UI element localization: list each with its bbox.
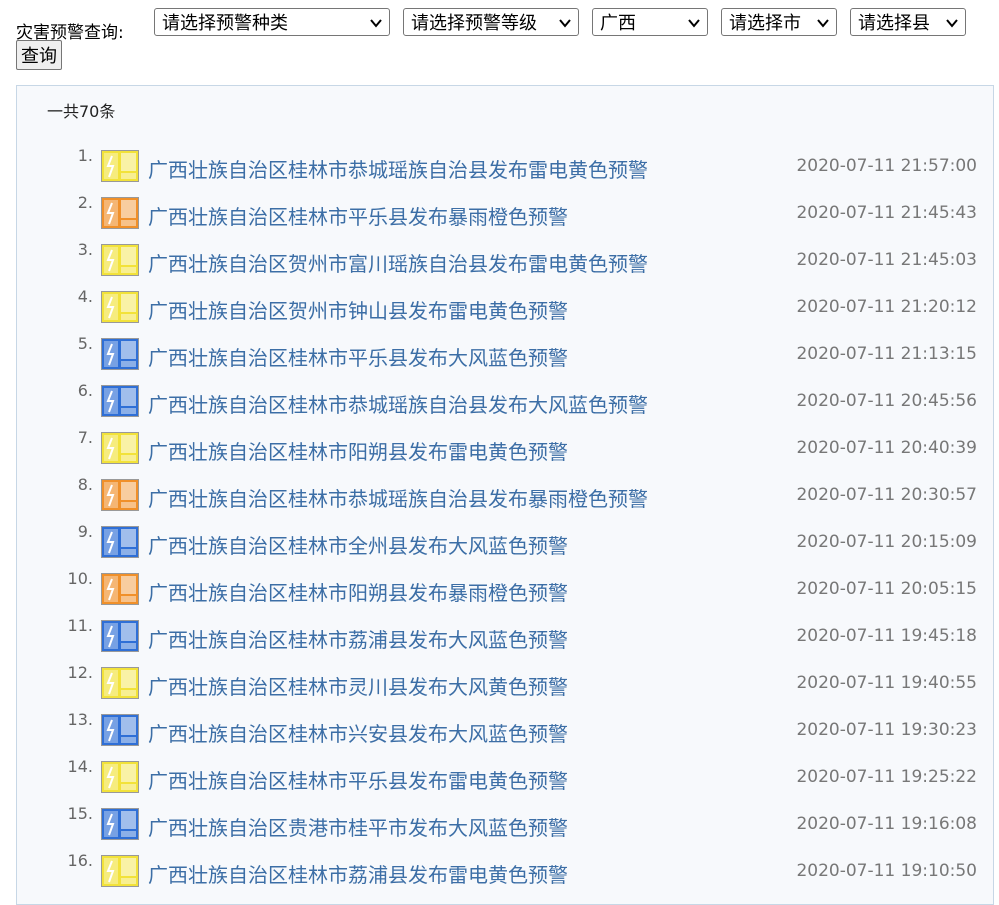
warning-link[interactable]: 广西壮族自治区贺州市富川瑶族自治县发布雷电黄色预警 (148, 248, 648, 277)
warning-link[interactable]: 广西壮族自治区桂林市灵川县发布大风黄色预警 (148, 671, 568, 700)
list-item[interactable]: 8. 广西壮族自治区桂林市恭城瑶族自治县发布暴雨橙色预警 2020-07-11 20… (17, 475, 993, 519)
warning-time: 2020-07-11 21:13:15 (796, 344, 977, 364)
rainstorm-orange-icon (101, 197, 139, 229)
item-number: 5. (77, 334, 93, 353)
item-number: 14. (67, 757, 93, 776)
chevron-down-icon (370, 19, 382, 28)
warning-time: 2020-07-11 20:40:39 (796, 438, 977, 458)
city-select-value: 请选择市 (729, 13, 801, 34)
county-select-value: 请选择县 (858, 13, 930, 34)
chevron-down-icon (946, 19, 958, 28)
item-number: 9. (77, 522, 93, 541)
list-item[interactable]: 3. 广西壮族自治区贺州市富川瑶族自治县发布雷电黄色预警 2020-07-11 21… (17, 240, 993, 284)
warning-time: 2020-07-11 21:57:00 (796, 156, 977, 176)
warning-link[interactable]: 广西壮族自治区贵港市桂平市发布大风蓝色预警 (148, 812, 568, 841)
list-item[interactable]: 9. 广西壮族自治区桂林市全州县发布大风蓝色预警 2020-07-11 20:15:… (17, 522, 993, 566)
thunder-yellow-icon (101, 432, 139, 464)
warning-time: 2020-07-11 21:45:03 (796, 250, 977, 270)
item-number: 15. (67, 804, 93, 823)
thunder-yellow-icon (101, 244, 139, 276)
item-number: 4. (77, 287, 93, 306)
rainstorm-orange-icon (101, 573, 139, 605)
chevron-down-icon (817, 19, 829, 28)
thunder-yellow-icon (101, 855, 139, 887)
list-item[interactable]: 6. 广西壮族自治区桂林市恭城瑶族自治县发布大风蓝色预警 2020-07-11 20… (17, 381, 993, 425)
warning-time: 2020-07-11 19:10:50 (796, 861, 977, 881)
list-item[interactable]: 15. 广西壮族自治区贵港市桂平市发布大风蓝色预警 2020-07-11 19:16… (17, 804, 993, 848)
list-item[interactable]: 7. 广西壮族自治区桂林市阳朔县发布雷电黄色预警 2020-07-11 20:40:… (17, 428, 993, 472)
warning-time: 2020-07-11 21:45:43 (796, 203, 977, 223)
warning-time: 2020-07-11 19:25:22 (796, 767, 977, 787)
rainstorm-orange-icon (101, 479, 139, 511)
city-select[interactable]: 请选择市 (721, 8, 837, 36)
query-button[interactable]: 查询 (16, 40, 62, 70)
county-select[interactable]: 请选择县 (850, 8, 966, 36)
item-number: 3. (77, 240, 93, 259)
item-number: 1. (77, 146, 93, 165)
list-item[interactable]: 1. 广西壮族自治区桂林市恭城瑶族自治县发布雷电黄色预警 2020-07-11 21… (17, 146, 993, 190)
warning-type-select[interactable]: 请选择预警种类 (154, 8, 390, 36)
warning-time: 2020-07-11 20:15:09 (796, 532, 977, 552)
thunder-yellow-icon (101, 291, 139, 323)
warning-level-select-value: 请选择预警等级 (411, 13, 537, 34)
item-number: 11. (67, 616, 93, 635)
wind-blue-icon (101, 526, 139, 558)
warning-link[interactable]: 广西壮族自治区桂林市荔浦县发布雷电黄色预警 (148, 859, 568, 888)
query-bar: 灾害预警查询: 请选择预警种类 请选择预警等级 广西 请选择市 请选择县 查询 (16, 8, 986, 72)
warning-type-select-value: 请选择预警种类 (162, 13, 288, 34)
warning-time: 2020-07-11 20:05:15 (796, 579, 977, 599)
wind-blue-icon (101, 385, 139, 417)
list-item[interactable]: 10. 广西壮族自治区桂林市阳朔县发布暴雨橙色预警 2020-07-11 20:05… (17, 569, 993, 613)
list-item[interactable]: 11. 广西壮族自治区桂林市荔浦县发布大风蓝色预警 2020-07-11 19:45… (17, 616, 993, 660)
province-select[interactable]: 广西 (592, 8, 708, 36)
warning-link[interactable]: 广西壮族自治区桂林市阳朔县发布暴雨橙色预警 (148, 577, 568, 606)
wind-blue-icon (101, 714, 139, 746)
warning-link[interactable]: 广西壮族自治区桂林市平乐县发布大风蓝色预警 (148, 342, 568, 371)
warning-link[interactable]: 广西壮族自治区桂林市平乐县发布暴雨橙色预警 (148, 201, 568, 230)
item-number: 16. (67, 851, 93, 870)
thunder-yellow-icon (101, 761, 139, 793)
warning-link[interactable]: 广西壮族自治区桂林市恭城瑶族自治县发布雷电黄色预警 (148, 154, 648, 183)
warning-link[interactable]: 广西壮族自治区桂林市荔浦县发布大风蓝色预警 (148, 624, 568, 653)
item-number: 6. (77, 381, 93, 400)
list-item[interactable]: 14. 广西壮族自治区桂林市平乐县发布雷电黄色预警 2020-07-11 19:25… (17, 757, 993, 801)
wind-blue-icon (101, 808, 139, 840)
province-select-value: 广西 (600, 13, 636, 34)
warning-time: 2020-07-11 19:30:23 (796, 720, 977, 740)
item-number: 2. (77, 193, 93, 212)
list-item[interactable]: 5. 广西壮族自治区桂林市平乐县发布大风蓝色预警 2020-07-11 21:13:… (17, 334, 993, 378)
warning-time: 2020-07-11 20:45:56 (796, 391, 977, 411)
warning-link[interactable]: 广西壮族自治区桂林市全州县发布大风蓝色预警 (148, 530, 568, 559)
warning-link[interactable]: 广西壮族自治区桂林市恭城瑶族自治县发布大风蓝色预警 (148, 389, 648, 418)
list-item[interactable]: 16. 广西壮族自治区桂林市荔浦县发布雷电黄色预警 2020-07-11 19:10… (17, 851, 993, 895)
item-number: 7. (77, 428, 93, 447)
warning-link[interactable]: 广西壮族自治区桂林市恭城瑶族自治县发布暴雨橙色预警 (148, 483, 648, 512)
thunder-yellow-icon (101, 150, 139, 182)
warning-time: 2020-07-11 19:45:18 (796, 626, 977, 646)
chevron-down-icon (688, 19, 700, 28)
item-number: 13. (67, 710, 93, 729)
total-count: 一共70条 (47, 102, 116, 121)
warning-time: 2020-07-11 21:20:12 (796, 297, 977, 317)
wind-blue-icon (101, 620, 139, 652)
warning-link[interactable]: 广西壮族自治区桂林市兴安县发布大风蓝色预警 (148, 718, 568, 747)
wind-blue-icon (101, 338, 139, 370)
warning-link[interactable]: 广西壮族自治区桂林市阳朔县发布雷电黄色预警 (148, 436, 568, 465)
warning-level-select[interactable]: 请选择预警等级 (403, 8, 579, 36)
item-number: 12. (67, 663, 93, 682)
warning-list-panel: 一共70条 1. 广西壮族自治区桂林市恭城瑶族自治县发布雷电黄色预警 2020-07… (16, 85, 994, 905)
item-number: 10. (67, 569, 93, 588)
list-item[interactable]: 2. 广西壮族自治区桂林市平乐县发布暴雨橙色预警 2020-07-11 21:45:… (17, 193, 993, 237)
list-item[interactable]: 13. 广西壮族自治区桂林市兴安县发布大风蓝色预警 2020-07-11 19:30… (17, 710, 993, 754)
item-number: 8. (77, 475, 93, 494)
warning-time: 2020-07-11 20:30:57 (796, 485, 977, 505)
chevron-down-icon (559, 19, 571, 28)
wind-yellow-icon (101, 667, 139, 699)
list-item[interactable]: 4. 广西壮族自治区贺州市钟山县发布雷电黄色预警 2020-07-11 21:20:… (17, 287, 993, 331)
warning-time: 2020-07-11 19:16:08 (796, 814, 977, 834)
warning-link[interactable]: 广西壮族自治区贺州市钟山县发布雷电黄色预警 (148, 295, 568, 324)
list-item[interactable]: 12. 广西壮族自治区桂林市灵川县发布大风黄色预警 2020-07-11 19:40… (17, 663, 993, 707)
warning-time: 2020-07-11 19:40:55 (796, 673, 977, 693)
warning-link[interactable]: 广西壮族自治区桂林市平乐县发布雷电黄色预警 (148, 765, 568, 794)
